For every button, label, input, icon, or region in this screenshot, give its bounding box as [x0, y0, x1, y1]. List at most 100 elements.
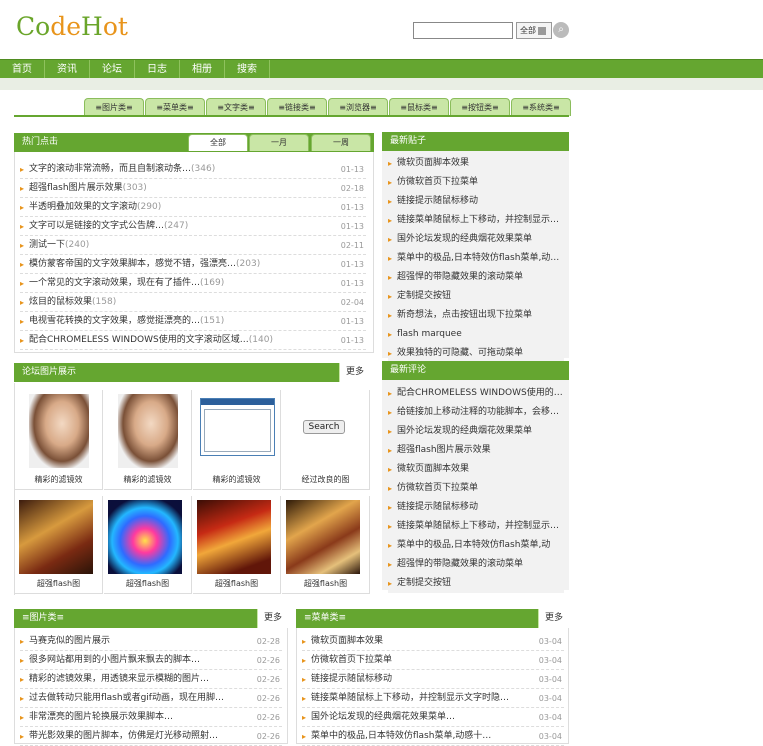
item-title[interactable]: 文字可以是链接的文字式公告牌…	[29, 221, 164, 231]
gallery-cell[interactable]: 超强flash图	[15, 496, 103, 594]
gallery-more-link[interactable]: 更多	[338, 363, 370, 382]
nav-search[interactable]: 搜索	[225, 60, 270, 79]
item-title[interactable]: 马赛克似的图片展示	[29, 636, 110, 646]
list-item[interactable]: 国外论坛发现的经典烟花效果菜单… 03-04	[302, 708, 564, 727]
list-item[interactable]: 微软页面脚本效果 03-04	[302, 632, 564, 651]
list-item[interactable]: 定制提交按钮	[388, 287, 564, 306]
hot-tab-all[interactable]: 全部	[188, 134, 248, 151]
nav-album[interactable]: 相册	[180, 60, 225, 79]
magnifier-icon[interactable]: ⌕	[553, 22, 569, 38]
menu-cat-more-link[interactable]: 更多	[537, 609, 569, 628]
list-item[interactable]: 微软页面脚本效果	[388, 460, 564, 479]
item-title[interactable]: 过去做转动只能用flash或者gif动画，现在用脚…	[29, 693, 224, 703]
item-title[interactable]: 电视雪花转换的文字效果，感觉挺漂亮的…	[29, 316, 200, 326]
list-item[interactable]: 炫目的鼠标效果(158) 02-04	[20, 293, 366, 312]
list-item[interactable]: 超强flash图片展示效果(303) 02-18	[20, 179, 366, 198]
list-item[interactable]: 给链接加上移动注释的功能脚本，会移…	[388, 403, 564, 422]
tab-system[interactable]: ≡系统类≡	[511, 98, 571, 116]
list-item[interactable]: 带光影效果的图片脚本，仿佛是灯光移动照射… 02-26	[20, 727, 282, 746]
item-title[interactable]: 链接菜单随鼠标上下移动，并控制显示文字时隐…	[311, 693, 509, 703]
tab-browser[interactable]: ≡浏览器≡	[328, 98, 388, 116]
item-title[interactable]: 炫目的鼠标效果	[29, 297, 92, 307]
item-title[interactable]: 精彩的滤镜效果，用透镜来显示模糊的图片…	[29, 674, 209, 684]
list-item[interactable]: 微软页面脚本效果	[388, 154, 564, 173]
nav-home[interactable]: 首页	[0, 60, 45, 79]
tab-button[interactable]: ≡按钮类≡	[450, 98, 510, 116]
list-item[interactable]: 过去做转动只能用flash或者gif动画，现在用脚… 02-26	[20, 689, 282, 708]
list-item[interactable]: 菜单中的极品,日本特效仿flash菜单,动…	[388, 249, 564, 268]
item-title[interactable]: 很多网站都用到的小图片飘来飘去的脚本…	[29, 655, 200, 665]
list-item[interactable]: 菜单中的极品,日本特效仿flash菜单,动	[388, 536, 564, 555]
list-item[interactable]: 超强悍的带隐藏效果的滚动菜单	[388, 555, 564, 574]
tab-mouse[interactable]: ≡鼠标类≡	[389, 98, 449, 116]
gallery-cell[interactable]: Search 经过改良的图	[282, 390, 370, 490]
item-count: (346)	[191, 164, 216, 174]
item-title[interactable]: 仿微软首页下拉菜单	[311, 655, 392, 665]
tab-link[interactable]: ≡链接类≡	[267, 98, 327, 116]
item-title[interactable]: 测试一下	[29, 240, 65, 250]
search-scope-select[interactable]: 全部	[516, 22, 552, 39]
gallery-cell[interactable]: 超强flash图	[193, 496, 281, 594]
nav-blog[interactable]: 日志	[135, 60, 180, 79]
list-item[interactable]: flash marquee	[388, 325, 564, 344]
item-title[interactable]: 非常漂亮的图片轮换展示效果脚本…	[29, 712, 173, 722]
item-title[interactable]: 配合CHROMELESS WINDOWS使用的文字滚动区域…	[29, 335, 249, 345]
item-title[interactable]: 菜单中的极品,日本特效仿flash菜单,动感十…	[311, 731, 491, 741]
list-item[interactable]: 新奇想法，点击按钮出现下拉菜单	[388, 306, 564, 325]
list-item[interactable]: 很多网站都用到的小图片飘来飘去的脚本… 02-26	[20, 651, 282, 670]
tab-picture[interactable]: ≡图片类≡	[84, 98, 144, 116]
item-title[interactable]: 半透明叠加效果的文字滚动	[29, 202, 137, 212]
list-item[interactable]: 配合CHROMELESS WINDOWS使用的文字滚动区域…(140) 01-13	[20, 331, 366, 350]
hot-tab-week[interactable]: 一周	[311, 134, 371, 151]
gallery-cell[interactable]: 超强flash图	[104, 496, 192, 594]
list-item[interactable]: 国外论坛发现的经典烟花效果菜单	[388, 230, 564, 249]
item-title[interactable]: 链接提示随鼠标移动	[311, 674, 392, 684]
list-item[interactable]: 菜单中的极品,日本特效仿flash菜单,动感十… 03-04	[302, 727, 564, 746]
list-item[interactable]: 链接菜单随鼠标上下移动，并控制显示…	[388, 517, 564, 536]
item-title[interactable]: 模仿蒙客帝国的文字效果脚本，感觉不错，强漂亮…	[29, 259, 236, 269]
item-title[interactable]: 超强flash图片展示效果	[29, 183, 123, 193]
list-item[interactable]: 超强flash图片展示效果	[388, 441, 564, 460]
gallery-caption: 精彩的滤镜效	[212, 475, 261, 484]
list-item[interactable]: 测试一下(240) 02-11	[20, 236, 366, 255]
list-item[interactable]: 非常漂亮的图片轮换展示效果脚本… 02-26	[20, 708, 282, 727]
tab-text[interactable]: ≡文字类≡	[206, 98, 266, 116]
list-item[interactable]: 仿微软首页下拉菜单	[388, 173, 564, 192]
list-item[interactable]: 马赛克似的图片展示 02-28	[20, 632, 282, 651]
item-title[interactable]: 一个常见的文字滚动效果，现在有了插件…	[29, 278, 200, 288]
list-item[interactable]: 仿微软首页下拉菜单 03-04	[302, 651, 564, 670]
list-item[interactable]: 配合CHROMELESS WINDOWS使用的…	[388, 384, 564, 403]
item-title[interactable]: 文字的滚动非常流畅，而且自制滚动条…	[29, 164, 191, 174]
list-item[interactable]: 一个常见的文字滚动效果，现在有了插件…(169) 01-13	[20, 274, 366, 293]
list-item[interactable]: 链接提示随鼠标移动 03-04	[302, 670, 564, 689]
list-item[interactable]: 定制提交按钮	[388, 574, 564, 593]
list-item[interactable]: 电视雪花转换的文字效果，感觉挺漂亮的…(151) 01-13	[20, 312, 366, 331]
list-item[interactable]: 链接菜单随鼠标上下移动，并控制显示…	[388, 211, 564, 230]
list-item[interactable]: 文字的滚动非常流畅，而且自制滚动条…(346) 01-13	[20, 160, 366, 179]
gallery-cell[interactable]: 精彩的滤镜效	[193, 390, 281, 490]
list-item[interactable]: 文字可以是链接的文字式公告牌…(247) 01-13	[20, 217, 366, 236]
nav-news[interactable]: 资讯	[45, 60, 90, 79]
list-item[interactable]: 精彩的滤镜效果，用透镜来显示模糊的图片… 02-26	[20, 670, 282, 689]
nav-forum[interactable]: 论坛	[90, 60, 135, 79]
gallery-cell[interactable]: 精彩的滤镜效	[15, 390, 103, 490]
list-item[interactable]: 链接提示随鼠标移动	[388, 498, 564, 517]
list-item[interactable]: 仿微软首页下拉菜单	[388, 479, 564, 498]
list-item[interactable]: 国外论坛发现的经典烟花效果菜单	[388, 422, 564, 441]
list-item[interactable]: 模仿蒙客帝国的文字效果脚本，感觉不错，强漂亮…(203) 01-13	[20, 255, 366, 274]
list-item[interactable]: 链接菜单随鼠标上下移动，并控制显示文字时隐… 03-04	[302, 689, 564, 708]
item-date: 03-04	[538, 694, 562, 703]
item-title[interactable]: 国外论坛发现的经典烟花效果菜单…	[311, 712, 455, 722]
item-title[interactable]: 带光影效果的图片脚本，仿佛是灯光移动照射…	[29, 731, 218, 741]
search-input[interactable]	[413, 22, 513, 39]
list-item[interactable]: 半透明叠加效果的文字滚动(290) 01-13	[20, 198, 366, 217]
item-title[interactable]: 微软页面脚本效果	[311, 636, 383, 646]
hot-tab-month[interactable]: 一月	[249, 134, 309, 151]
list-item[interactable]: 超强悍的带隐藏效果的滚动菜单	[388, 268, 564, 287]
gallery-cell[interactable]: 超强flash图	[282, 496, 370, 594]
site-logo[interactable]: CodeHot	[16, 12, 128, 41]
picture-cat-more-link[interactable]: 更多	[256, 609, 288, 628]
list-item[interactable]: 链接提示随鼠标移动	[388, 192, 564, 211]
tab-menu[interactable]: ≡菜单类≡	[145, 98, 205, 116]
gallery-cell[interactable]: 精彩的滤镜效	[104, 390, 192, 490]
